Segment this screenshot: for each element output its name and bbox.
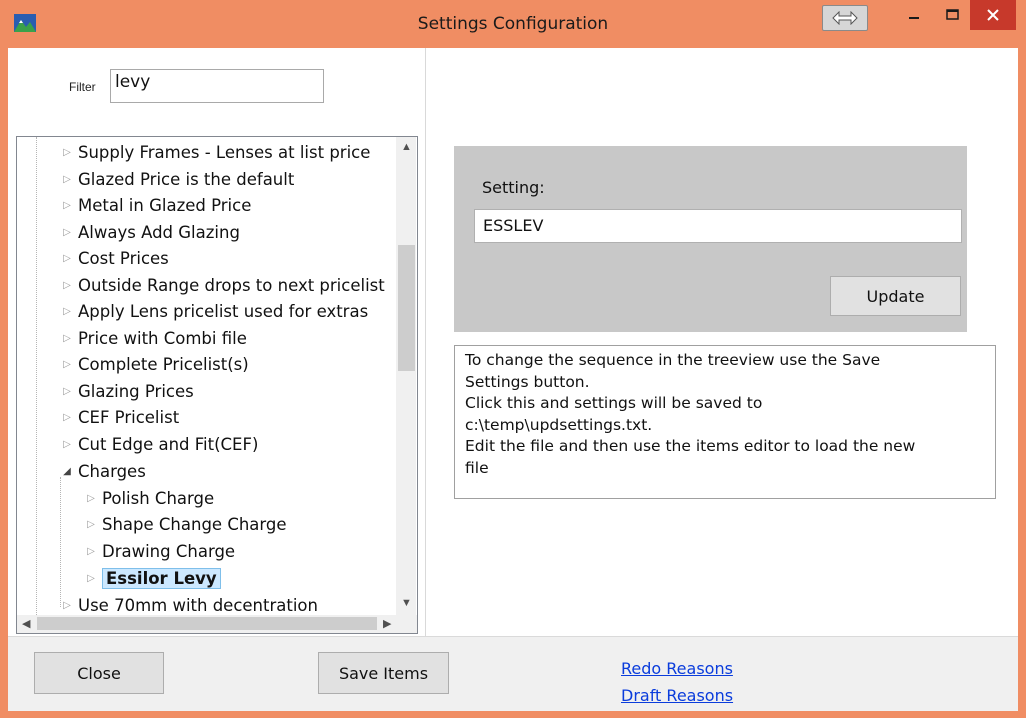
tree-item[interactable]: ▷ Metal in Glazed Price: [60, 192, 251, 218]
tree-item[interactable]: ▷ Price with Combi file: [60, 325, 247, 351]
collapsed-arrow-icon: ▷: [63, 226, 71, 238]
settings-treeview[interactable]: ▷ Supply Frames - Lenses at list price ▷…: [16, 136, 418, 634]
tree-item[interactable]: ▷ Cost Prices: [60, 245, 169, 271]
tree-item-label: Metal in Glazed Price: [78, 195, 252, 215]
tree-item[interactable]: ▷ Glazing Prices: [60, 378, 194, 404]
title-bar[interactable]: Settings Configuration: [0, 0, 1026, 48]
collapsed-arrow-icon: ▷: [63, 146, 71, 158]
info-line: file: [465, 458, 489, 477]
collapsed-arrow-icon: ▷: [63, 411, 71, 423]
collapsed-arrow-icon: ▷: [63, 252, 71, 264]
window-title: Settings Configuration: [417, 14, 609, 34]
tree-item[interactable]: ▷ Always Add Glazing: [60, 219, 240, 245]
scroll-right-icon[interactable]: ▶: [383, 617, 391, 630]
close-icon: [987, 9, 999, 21]
collapsed-arrow-icon: ▷: [63, 599, 71, 611]
setting-input[interactable]: ESSLEV: [474, 209, 962, 243]
horizontal-scrollbar[interactable]: ◀ ▶: [17, 615, 417, 633]
collapsed-arrow-icon: ▷: [87, 572, 95, 584]
draft-reasons-link[interactable]: Draft Reasons: [621, 686, 733, 705]
tree-item[interactable]: ▷ Outside Range drops to next pricelist: [60, 272, 385, 298]
info-line: To change the sequence in the treeview u…: [465, 351, 881, 369]
expanded-arrow-icon: ◢: [63, 465, 71, 477]
collapsed-arrow-icon: ▷: [63, 279, 71, 291]
filter-label: Filter: [69, 80, 96, 94]
collapsed-arrow-icon: ▷: [87, 518, 95, 530]
tree-guide-line: [36, 137, 37, 615]
tree-item-label: Drawing Charge: [102, 541, 236, 561]
tree-item-selected[interactable]: ▷ Essilor Levy: [84, 565, 221, 591]
collapsed-arrow-icon: ▷: [63, 358, 71, 370]
minimize-icon: [909, 17, 919, 19]
horizontal-scroll-thumb[interactable]: [37, 617, 377, 630]
tree-item[interactable]: ▷ Apply Lens pricelist used for extras: [60, 298, 368, 324]
tree-item-charges[interactable]: ◢ Charges: [60, 458, 146, 484]
tree-item-label: Glazed Price is the default: [78, 169, 295, 189]
vertical-scroll-thumb[interactable]: [398, 245, 415, 371]
tree-item-label: Charges: [78, 461, 146, 481]
tree-item[interactable]: ▷ Glazed Price is the default: [60, 166, 294, 192]
tree-item-label: Use 70mm with decentration: [78, 595, 318, 615]
minimize-button[interactable]: [896, 0, 932, 30]
collapsed-arrow-icon: ▷: [87, 492, 95, 504]
info-line: Click this and settings will be saved to: [465, 394, 763, 412]
scroll-down-icon[interactable]: ▼: [401, 597, 412, 609]
collapsed-arrow-icon: ▷: [63, 173, 71, 185]
tree-item-label: Glazing Prices: [78, 381, 194, 401]
tree-item-label: Cut Edge and Fit(CEF): [78, 434, 259, 454]
redo-reasons-link[interactable]: Redo Reasons: [621, 659, 733, 678]
tree-item[interactable]: ▷ CEF Pricelist: [60, 404, 179, 430]
collapsed-arrow-icon: ▷: [63, 199, 71, 211]
scroll-left-icon[interactable]: ◀: [22, 617, 30, 630]
info-line: Edit the file and then use the items edi…: [465, 437, 916, 455]
info-line: c:\temp\updsettings.txt.: [465, 415, 653, 434]
info-line: Settings button.: [465, 372, 590, 391]
update-button[interactable]: Update: [830, 276, 961, 316]
vertical-scrollbar[interactable]: ▲ ▼: [396, 137, 416, 615]
tree-item-label: Complete Pricelist(s): [78, 354, 249, 374]
settings-window: Settings Configuration Filter levy ▷ Sup…: [0, 0, 1026, 718]
collapsed-arrow-icon: ▷: [63, 332, 71, 344]
tree-item-label: Supply Frames - Lenses at list price: [78, 142, 371, 162]
tree-item[interactable]: ▷ Cut Edge and Fit(CEF): [60, 431, 258, 457]
tree-item[interactable]: ▷ Polish Charge: [84, 485, 214, 511]
collapsed-arrow-icon: ▷: [87, 545, 95, 557]
tree-item-label: Essilor Levy: [102, 567, 221, 589]
resize-toggle-button[interactable]: [822, 5, 868, 31]
tree-item-label: Apply Lens pricelist used for extras: [78, 301, 369, 321]
close-window-button[interactable]: [970, 0, 1016, 30]
tree-item-label: CEF Pricelist: [78, 407, 180, 427]
tree-item-label: Cost Prices: [78, 248, 169, 268]
setting-label: Setting:: [482, 178, 545, 197]
scroll-up-icon[interactable]: ▲: [401, 141, 412, 153]
tree-item[interactable]: ▷ Drawing Charge: [84, 538, 235, 564]
maximize-icon: [946, 9, 959, 20]
info-textbox: To change the sequence in the treeview u…: [454, 345, 996, 499]
tree-item[interactable]: ▷ Complete Pricelist(s): [60, 351, 249, 377]
tree-guide-line-child: [60, 477, 61, 607]
filter-input[interactable]: levy: [110, 69, 324, 103]
tree-item-label: Price with Combi file: [78, 328, 247, 348]
tree-item[interactable]: ▷ Supply Frames - Lenses at list price: [60, 139, 370, 165]
double-arrow-icon: [832, 11, 858, 25]
collapsed-arrow-icon: ▷: [63, 305, 71, 317]
tree-item-label: Polish Charge: [102, 488, 215, 508]
tree-item-label: Shape Change Charge: [102, 514, 287, 534]
collapsed-arrow-icon: ▷: [63, 385, 71, 397]
collapsed-arrow-icon: ▷: [63, 438, 71, 450]
close-button[interactable]: Close: [34, 652, 164, 694]
tree-item-label: Always Add Glazing: [78, 222, 240, 242]
tree-item[interactable]: ▷ Shape Change Charge: [84, 511, 287, 537]
save-items-button[interactable]: Save Items: [318, 652, 449, 694]
tree-item-label: Outside Range drops to next pricelist: [78, 275, 385, 295]
maximize-button[interactable]: [934, 0, 972, 30]
